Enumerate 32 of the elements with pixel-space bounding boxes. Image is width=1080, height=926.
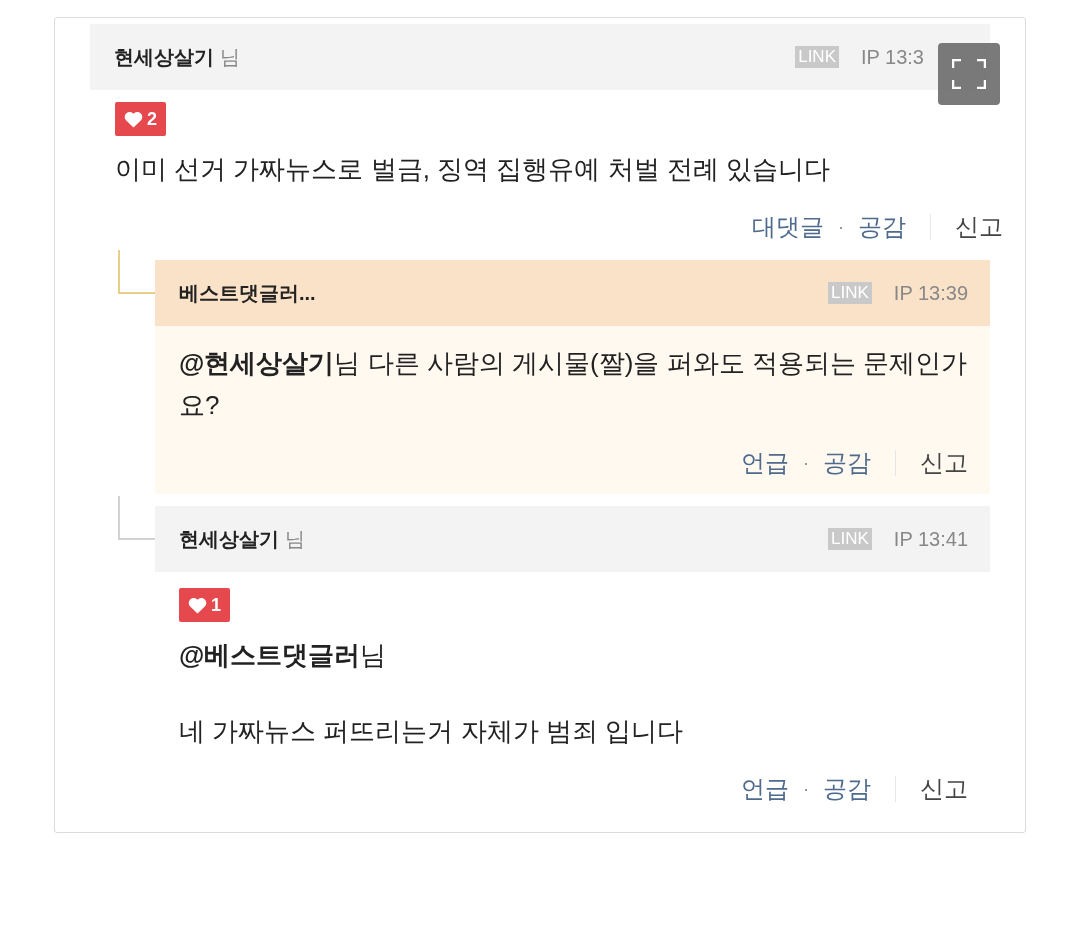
action-link[interactable]: 대댓글 — [752, 209, 824, 245]
heart-icon — [188, 596, 207, 614]
like-badge[interactable]: 2 — [115, 102, 166, 136]
ip-time: IP 13:3 — [860, 45, 924, 70]
separator-dot: · — [803, 451, 809, 475]
action-link[interactable]: 공감 — [823, 771, 871, 807]
comment-text: 네 가짜뉴스 퍼뜨리는거 자체가 범죄 입니다 — [179, 715, 685, 748]
reply-connector — [118, 496, 155, 540]
action-link[interactable]: 언급 — [741, 771, 789, 807]
author-name[interactable]: 현세상살기 — [179, 524, 279, 554]
report-link[interactable]: 신고 — [955, 209, 1003, 245]
action-link[interactable]: 언급 — [741, 445, 789, 481]
fullscreen-icon — [952, 59, 986, 89]
reply-connector — [118, 250, 155, 294]
honorific: 님 — [220, 45, 240, 70]
comment-text: @베스트댓글러님 — [179, 639, 388, 672]
comment-text: @현세상살기님 다른 사람의 게시물(짤)을 퍼와도 적용되는 문제인가요? — [179, 347, 969, 422]
like-badge[interactable]: 1 — [179, 588, 230, 622]
report-link[interactable]: 신고 — [920, 445, 968, 481]
ip-time: IP 13:39 — [893, 281, 968, 306]
comment-text: 이미 선거 가짜뉴스로 벌금, 징역 집행유예 처벌 전례 있습니다 — [115, 153, 831, 186]
report-link[interactable]: 신고 — [920, 771, 968, 807]
action-link[interactable]: 공감 — [858, 209, 906, 245]
author-name[interactable]: 현세상살기 — [114, 42, 214, 72]
action-link[interactable]: 공감 — [823, 445, 871, 481]
author-name[interactable]: 베스트댓글러... — [179, 278, 316, 308]
separator-dot: · — [803, 777, 809, 801]
ip-time: IP 13:41 — [893, 527, 968, 552]
separator-dot: · — [838, 215, 844, 239]
heart-icon — [124, 110, 143, 128]
honorific: 님 — [285, 527, 305, 552]
fullscreen-button[interactable] — [938, 43, 1000, 105]
